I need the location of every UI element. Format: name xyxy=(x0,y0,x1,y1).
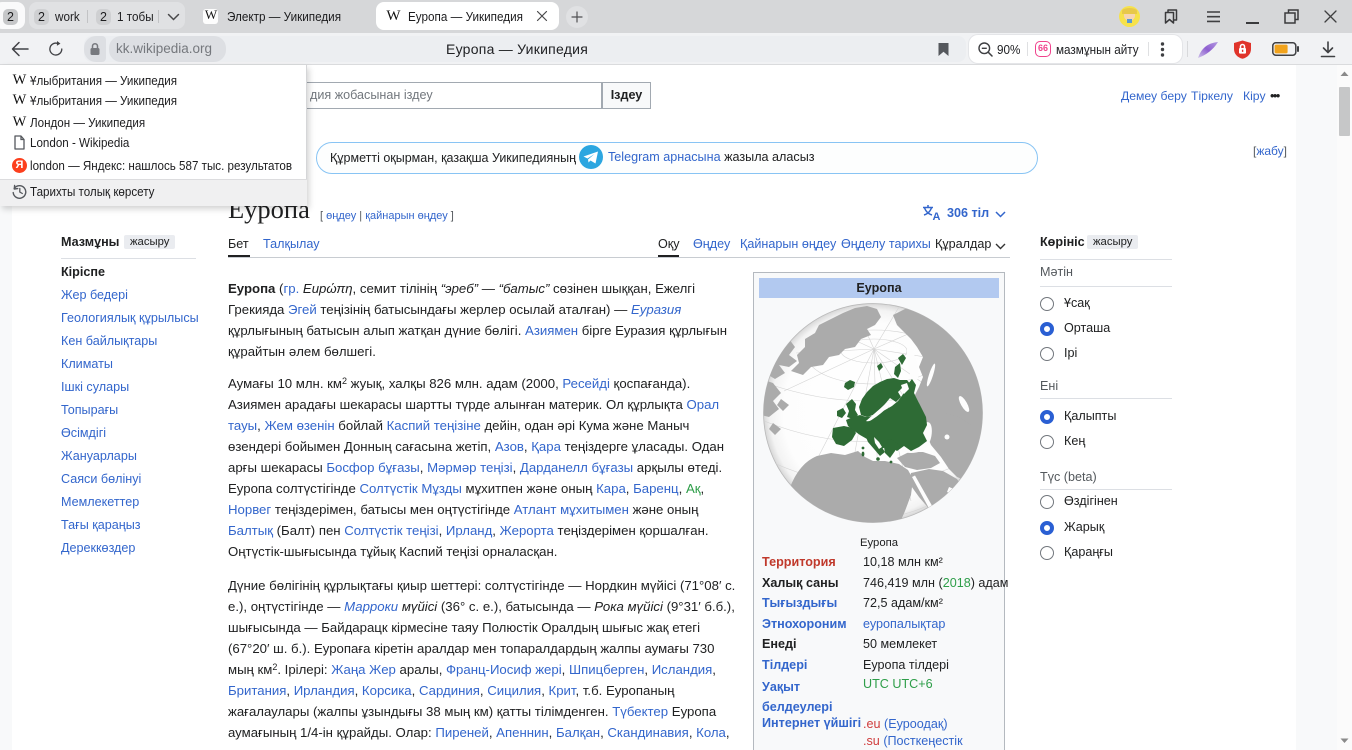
svg-text:A: A xyxy=(933,211,941,221)
